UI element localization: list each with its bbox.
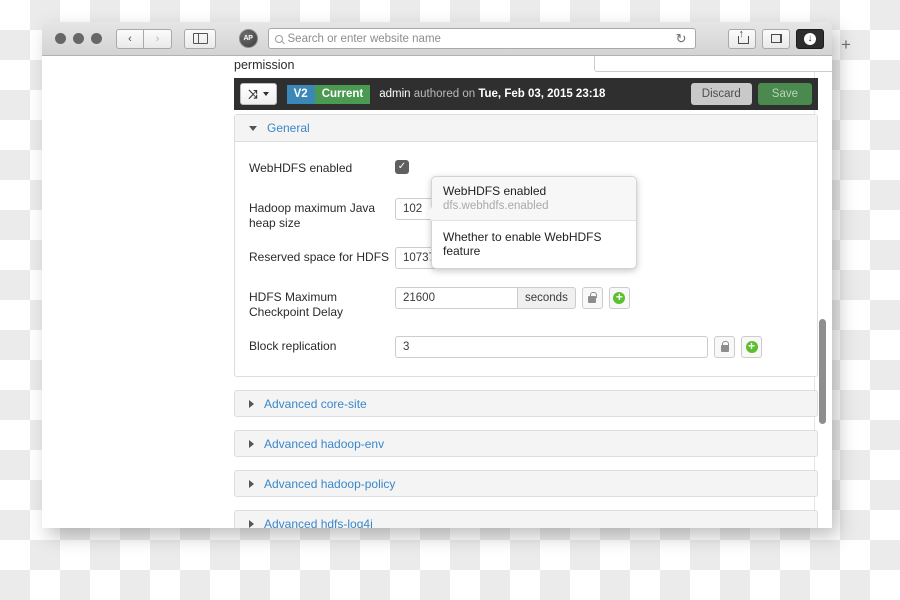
version-compare-dropdown[interactable]: ⤨ (240, 83, 277, 105)
version-bar-actions: Discard Save (690, 83, 812, 105)
toolbar-action-buttons: ↓ (718, 28, 824, 49)
reload-icon[interactable]: ↻ (676, 31, 687, 47)
navigation-buttons: ‹ › (116, 28, 172, 49)
clipped-top-row: permission (222, 56, 832, 76)
page-scrollbar[interactable] (818, 56, 828, 528)
page-viewport: permission ⤨ V2 Current admin authored o… (42, 56, 832, 528)
chevron-right-icon (249, 439, 254, 448)
tooltip-title: WebHDFS enabled (443, 184, 547, 198)
minimize-window-button[interactable] (73, 33, 84, 44)
show-tabs-button[interactable] (762, 28, 790, 49)
config-label: WebHDFS enabled (249, 161, 353, 175)
chevron-down-icon (249, 125, 257, 131)
download-icon: ↓ (804, 32, 816, 45)
section-label[interactable]: Advanced core-site (264, 397, 367, 411)
add-property-button[interactable]: + (741, 336, 762, 358)
author-name: admin (379, 88, 411, 100)
canvas-backdrop: + ‹ › AP Search or enter website name ↻ (0, 0, 900, 600)
unit-label: seconds (518, 287, 576, 309)
tooltip-header: WebHDFS enabled dfs.webhdfs.enabled (432, 177, 636, 221)
address-bar[interactable]: Search or enter website name ↻ (267, 28, 696, 49)
config-field: 21600 seconds + (395, 287, 630, 309)
save-button[interactable]: Save (757, 83, 812, 105)
lock-icon (588, 292, 597, 303)
close-window-button[interactable] (55, 33, 66, 44)
chevron-right-icon (249, 519, 254, 528)
scrollbar-thumb[interactable] (819, 319, 826, 424)
sidebar-icon (192, 33, 208, 44)
general-section-header[interactable]: General (235, 115, 817, 142)
config-field: 3 + (395, 336, 762, 358)
share-button[interactable] (728, 28, 756, 49)
config-version-bar: ⤨ V2 Current admin authored on Tue, Feb … (234, 78, 818, 110)
config-label: Reserved space for HDFS (249, 250, 390, 264)
bookmark-favicon-icon[interactable]: AP (238, 29, 258, 48)
webhdfs-enabled-checkbox[interactable]: ✓ (395, 160, 409, 174)
lock-button[interactable] (581, 287, 603, 309)
window-traffic-lights (55, 33, 102, 44)
lock-button[interactable] (714, 336, 735, 358)
property-tooltip-popover: WebHDFS enabled dfs.webhdfs.enabled Whet… (425, 176, 637, 269)
ambari-config-page: permission ⤨ V2 Current admin authored o… (42, 56, 832, 528)
advanced-core-site-section[interactable]: Advanced core-site (234, 390, 818, 417)
block-replication-input[interactable]: 3 (395, 336, 708, 358)
config-field: ✓ (395, 158, 409, 174)
advanced-hdfs-log4j-section[interactable]: Advanced hdfs-log4j (234, 510, 818, 528)
tooltip-property-name: dfs.webhdfs.enabled (443, 200, 549, 212)
section-label[interactable]: Advanced hdfs-log4j (264, 517, 373, 529)
config-row: HDFS Maximum Checkpoint Delay 21600 seco… (235, 287, 817, 320)
clipped-input[interactable] (594, 56, 832, 72)
section-label[interactable]: Advanced hadoop-env (264, 437, 384, 451)
new-tab-button[interactable]: + (841, 35, 851, 55)
sidebar-toggle-button[interactable] (184, 28, 216, 49)
general-section-title[interactable]: General (267, 121, 310, 135)
input-with-unit: 21600 seconds (395, 287, 576, 309)
authored-date: Tue, Feb 03, 2015 23:18 (478, 88, 606, 100)
version-badge[interactable]: V2 (286, 84, 315, 104)
current-status-badge: Current (314, 84, 371, 104)
share-icon (737, 29, 749, 44)
browser-toolbar: ‹ › AP Search or enter website name ↻ ↑ … (42, 22, 832, 56)
section-label[interactable]: Advanced hadoop-policy (264, 477, 395, 491)
shuffle-icon: ⤨ (248, 86, 258, 101)
advanced-hadoop-env-section[interactable]: Advanced hadoop-env (234, 430, 818, 457)
tooltip-description: Whether to enable WebHDFS feature (443, 230, 602, 258)
chevron-down-icon (262, 92, 269, 96)
checkpoint-delay-input[interactable]: 21600 (395, 287, 518, 309)
plus-icon: + (613, 291, 626, 304)
config-label: Hadoop maximum Java heap size (249, 201, 376, 230)
downloads-button[interactable]: ↓ (796, 28, 824, 49)
authored-prefix: authored on (413, 88, 476, 100)
safari-browser-window: ‹ › AP Search or enter website name ↻ ↑ … (42, 22, 832, 528)
config-row: Block replication 3 + (235, 336, 817, 360)
address-input[interactable]: Search or enter website name (288, 33, 676, 45)
add-property-button[interactable]: + (608, 287, 630, 309)
search-icon (274, 34, 283, 43)
forward-button[interactable]: › (144, 28, 172, 49)
tabs-icon (770, 34, 782, 43)
chevron-right-icon (249, 399, 254, 408)
zoom-window-button[interactable] (91, 33, 102, 44)
advanced-hadoop-policy-section[interactable]: Advanced hadoop-policy (234, 470, 818, 497)
config-label: Block replication (249, 339, 337, 353)
discard-button[interactable]: Discard (690, 83, 752, 105)
chevron-right-icon (249, 479, 254, 488)
back-button[interactable]: ‹ (116, 28, 144, 49)
authored-info: admin authored on Tue, Feb 03, 2015 23:1… (379, 88, 605, 100)
lock-icon (720, 341, 729, 352)
config-label: HDFS Maximum Checkpoint Delay (249, 290, 344, 319)
plus-icon: + (745, 340, 758, 353)
